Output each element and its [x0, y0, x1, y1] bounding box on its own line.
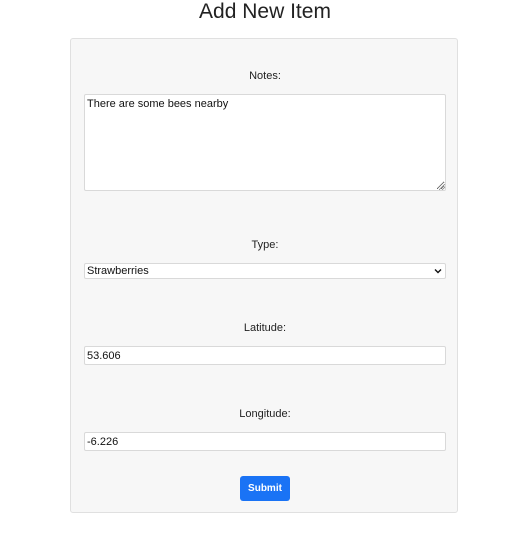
latitude-label: Latitude:	[243, 322, 287, 334]
chevron-down-icon	[434, 269, 442, 274]
longitude-label: Longitude:	[239, 408, 291, 420]
latitude-input[interactable]	[84, 346, 446, 365]
notes-field-wrapper	[84, 94, 446, 191]
submit-button[interactable]: Submit	[240, 476, 290, 501]
notes-textarea[interactable]	[84, 94, 446, 191]
longitude-input[interactable]	[84, 432, 446, 451]
page-title: Add New Item	[199, 0, 331, 23]
type-label: Type:	[251, 239, 279, 251]
resize-grip-icon[interactable]	[439, 184, 445, 190]
type-select-value: Strawberries	[87, 265, 149, 277]
type-select[interactable]: Strawberries	[84, 263, 446, 279]
notes-label: Notes:	[249, 70, 281, 82]
add-item-form: Notes: Type: Strawberries Latitude: Long…	[70, 38, 458, 513]
page: Add New Item Notes: Type: Strawberries L…	[0, 0, 506, 550]
